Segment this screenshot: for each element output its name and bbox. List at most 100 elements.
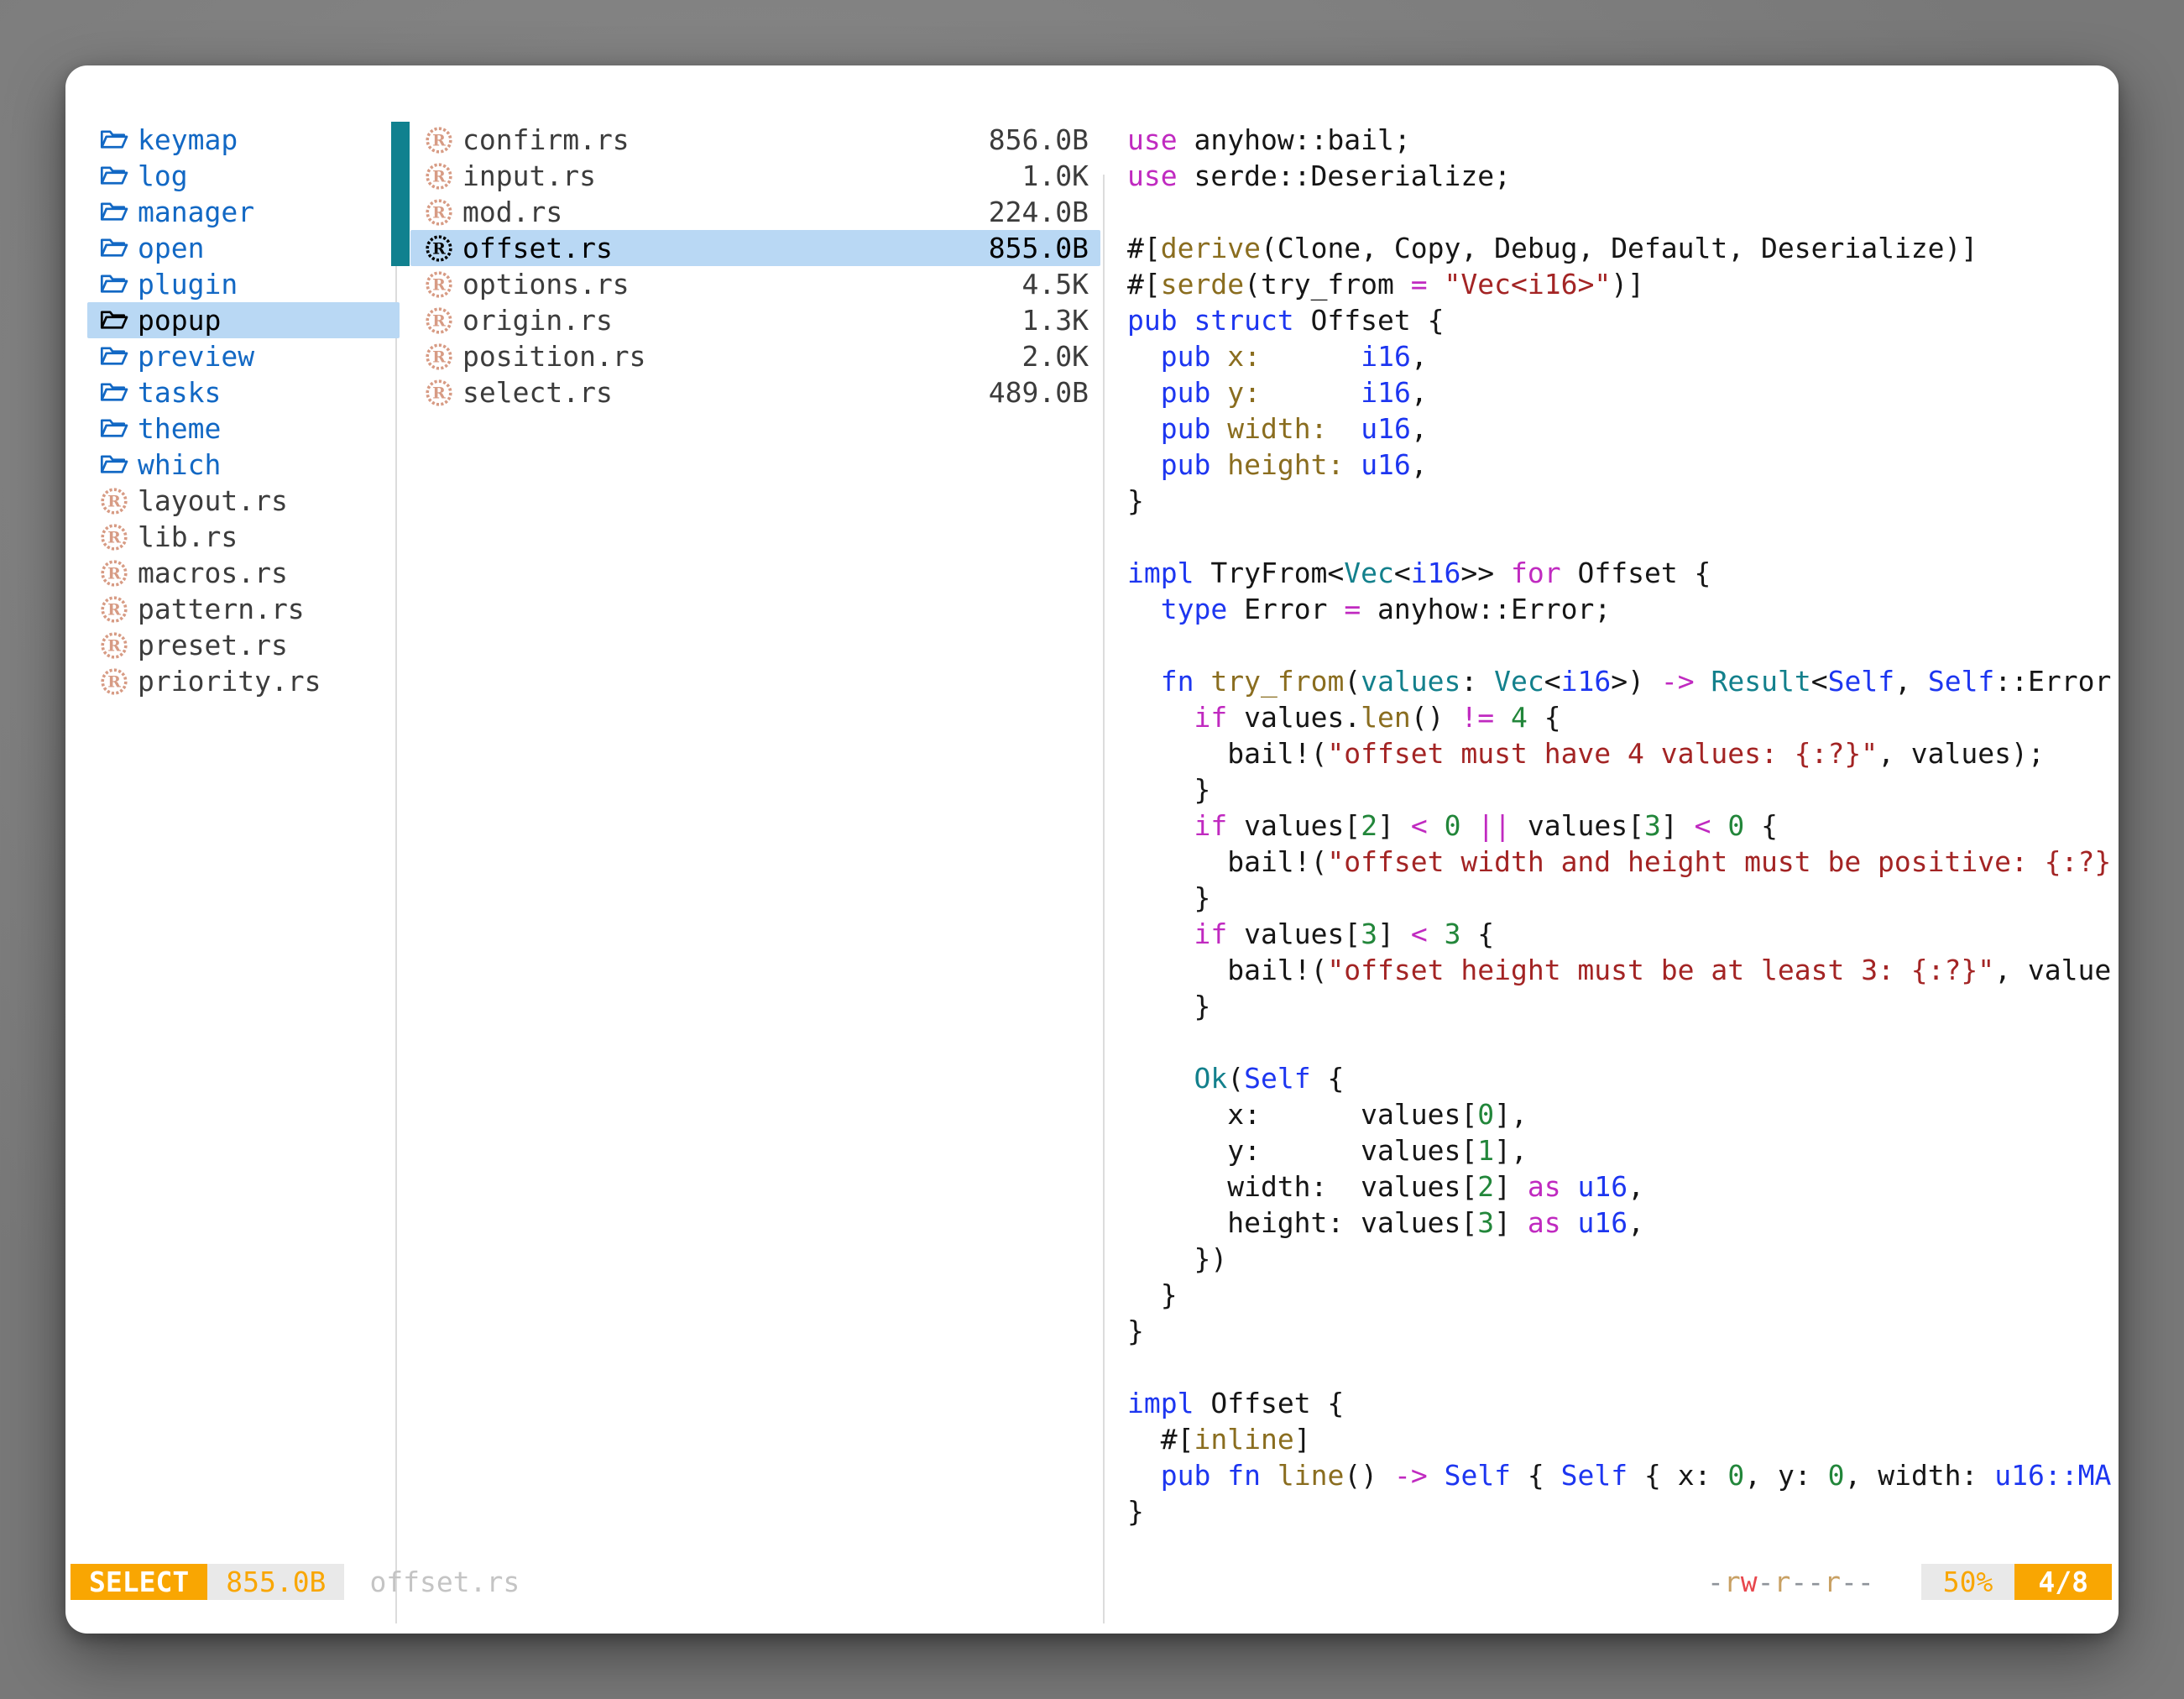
folder-open-icon: [99, 125, 129, 155]
rust-file-icon: R: [99, 522, 129, 552]
code-line: bail!("offset height must be at least 3:…: [1127, 952, 2119, 988]
code-line: }: [1127, 1313, 2119, 1349]
file-row-offset-rs[interactable]: Roffset.rs855.0B: [410, 230, 1100, 266]
svg-text:R: R: [107, 528, 121, 546]
sidebar-item-plugin[interactable]: plugin: [87, 266, 400, 302]
permissions-text: -rw-r--r--: [1707, 1564, 1874, 1600]
file-row-options-rs[interactable]: Roptions.rs4.5K: [410, 266, 1100, 302]
svg-text:R: R: [432, 384, 446, 402]
code-line: pub y: i16,: [1127, 374, 2119, 410]
scroll-percent-badge: 50%: [1921, 1564, 2015, 1600]
code-line: #[derive(Clone, Copy, Debug, Default, De…: [1127, 230, 2119, 266]
file-size: 1.3K: [1022, 302, 1089, 338]
rust-file-icon: R: [424, 125, 454, 155]
sidebar-item-pattern-rs[interactable]: Rpattern.rs: [87, 591, 400, 627]
file-row-origin-rs[interactable]: Rorigin.rs 1.3K: [410, 302, 1100, 338]
code-preview-pane: use anyhow::bail;use serde::Deserialize;…: [1127, 122, 2119, 1599]
svg-text:R: R: [107, 672, 121, 691]
svg-text:R: R: [432, 239, 446, 258]
code-line: pub width: u16,: [1127, 410, 2119, 447]
code-line: }: [1127, 1277, 2119, 1313]
file-list-scrollbar[interactable]: [391, 122, 410, 266]
sidebar-item-theme[interactable]: theme: [87, 410, 400, 447]
sidebar-item-macros-rs[interactable]: Rmacros.rs: [87, 555, 400, 591]
sidebar-item-manager[interactable]: manager: [87, 194, 400, 230]
file-name: select.rs: [462, 374, 613, 410]
sidebar-item-label: tasks: [138, 374, 221, 410]
rust-file-icon: R: [424, 306, 454, 336]
sidebar-item-label: plugin: [138, 266, 238, 302]
sidebar-item-label: pattern.rs: [138, 591, 305, 627]
code-line: }: [1127, 880, 2119, 916]
mode-badge: SELECT: [71, 1564, 207, 1600]
sidebar-item-preset-rs[interactable]: Rpreset.rs: [87, 627, 400, 663]
sidebar-item-keymap[interactable]: keymap: [87, 122, 400, 158]
sidebar-item-which[interactable]: which: [87, 447, 400, 483]
sidebar-item-popup[interactable]: popup: [87, 302, 400, 338]
file-size: 489.0B: [989, 374, 1089, 410]
code-line: height: values[3] as u16,: [1127, 1205, 2119, 1241]
file-row-select-rs[interactable]: Rselect.rs 489.0B: [410, 374, 1100, 410]
pane-divider-right: [1103, 175, 1105, 1623]
file-size-badge: 855.0B: [207, 1564, 344, 1600]
sidebar-item-preview[interactable]: preview: [87, 338, 400, 374]
file-name: origin.rs: [462, 302, 613, 338]
code-line: [1127, 1349, 2119, 1385]
code-line: if values[3] < 3 {: [1127, 916, 2119, 952]
code-line: Ok(Self {: [1127, 1060, 2119, 1096]
sidebar-item-label: popup: [138, 302, 221, 338]
sidebar-item-priority-rs[interactable]: Rpriority.rs: [87, 663, 400, 699]
cursor-position-badge: 4/8: [2014, 1564, 2112, 1600]
code-line: type Error = anyhow::Error;: [1127, 591, 2119, 627]
code-line: x: values[0],: [1127, 1096, 2119, 1132]
sidebar-item-tasks[interactable]: tasks: [87, 374, 400, 410]
yazi-window: keymaplogmanageropenpluginpopuppreviewta…: [65, 65, 2119, 1634]
folder-open-icon: [99, 233, 129, 264]
sidebar-item-log[interactable]: log: [87, 158, 400, 194]
rust-file-icon: R: [99, 486, 129, 516]
sidebar-item-lib-rs[interactable]: Rlib.rs: [87, 519, 400, 555]
sidebar-item-label: theme: [138, 410, 221, 447]
folder-open-icon: [99, 342, 129, 372]
svg-text:R: R: [432, 311, 446, 330]
code-line: }: [1127, 483, 2119, 519]
code-line: use anyhow::bail;: [1127, 122, 2119, 158]
file-name: confirm.rs: [462, 122, 630, 158]
sidebar-item-label: which: [138, 447, 221, 483]
code-line: y: values[1],: [1127, 1132, 2119, 1168]
code-line: pub height: u16,: [1127, 447, 2119, 483]
rust-file-icon: R: [424, 378, 454, 408]
svg-text:R: R: [432, 348, 446, 366]
code-line: [1127, 1024, 2119, 1060]
code-line: bail!("offset must have 4 values: {:?}",…: [1127, 735, 2119, 771]
file-row-confirm-rs[interactable]: Rconfirm.rs 856.0B: [410, 122, 1100, 158]
svg-text:R: R: [107, 636, 121, 655]
code-line: use serde::Deserialize;: [1127, 158, 2119, 194]
file-size: 1.0K: [1022, 158, 1089, 194]
rust-file-icon: R: [424, 342, 454, 372]
code-line: fn try_from(values: Vec<i16>) -> Result<…: [1127, 663, 2119, 699]
svg-text:R: R: [107, 564, 121, 583]
code-line: if values.len() != 4 {: [1127, 699, 2119, 735]
code-line: #[inline]: [1127, 1421, 2119, 1457]
folder-open-icon: [99, 197, 129, 227]
sidebar-item-label: preview: [138, 338, 254, 374]
file-name: input.rs: [462, 158, 596, 194]
folder-open-icon: [99, 306, 129, 336]
file-size: 856.0B: [989, 122, 1089, 158]
code-line: [1127, 519, 2119, 555]
file-row-position-rs[interactable]: Rposition.rs2.0K: [410, 338, 1100, 374]
code-line: #[serde(try_from = "Vec<i16>")]: [1127, 266, 2119, 302]
file-size: 855.0B: [989, 230, 1089, 266]
sidebar-item-label: keymap: [138, 122, 238, 158]
sidebar-item-open[interactable]: open: [87, 230, 400, 266]
code-line: pub fn line() -> Self { Self { x: 0, y: …: [1127, 1457, 2119, 1493]
sidebar-item-layout-rs[interactable]: Rlayout.rs: [87, 483, 400, 519]
file-row-mod-rs[interactable]: Rmod.rs224.0B: [410, 194, 1100, 230]
folder-open-icon: [99, 414, 129, 444]
file-row-input-rs[interactable]: Rinput.rs1.0K: [410, 158, 1100, 194]
svg-text:R: R: [432, 275, 446, 294]
folder-open-icon: [99, 269, 129, 300]
sidebar-item-label: open: [138, 230, 204, 266]
desktop-background: keymaplogmanageropenpluginpopuppreviewta…: [0, 0, 2184, 1699]
